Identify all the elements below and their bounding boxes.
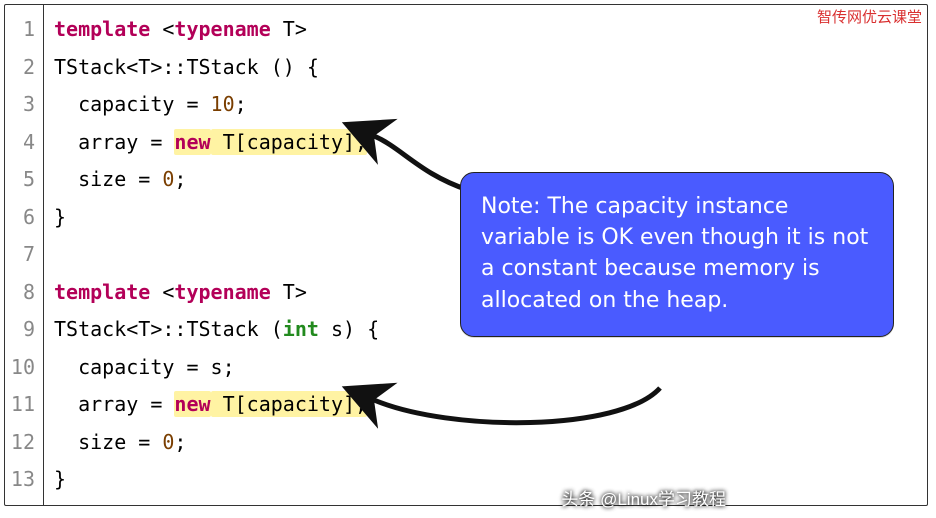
highlighted-token: T[capacity]; <box>211 391 368 417</box>
code-token: capacity = <box>54 92 211 116</box>
code-line: TStack<T>::TStack () { <box>54 49 919 87</box>
line-number: 4 <box>9 124 35 162</box>
code-token: 0 <box>162 430 174 454</box>
code-line: array = new T[capacity]; <box>54 386 919 424</box>
line-number: 2 <box>9 49 35 87</box>
code-token: size = <box>54 430 162 454</box>
line-number: 8 <box>9 274 35 312</box>
line-number: 12 <box>9 424 35 462</box>
watermark-bottom: 头条 @Linux学习教程 <box>561 485 726 510</box>
line-number: 11 <box>9 386 35 424</box>
code-token: capacity = s; <box>54 355 235 379</box>
code-token: } <box>54 205 66 229</box>
line-number: 13 <box>9 461 35 499</box>
code-token: T> <box>271 280 307 304</box>
code-token: typename <box>174 280 270 304</box>
code-token: size = <box>54 167 162 191</box>
line-number: 5 <box>9 161 35 199</box>
line-number: 10 <box>9 349 35 387</box>
line-number: 3 <box>9 86 35 124</box>
code-token: } <box>54 467 66 491</box>
code-line: size = 0; <box>54 424 919 462</box>
watermark-top-right: 智传网优云课堂 <box>817 6 922 27</box>
code-line: template <typename T> <box>54 11 919 49</box>
line-number: 9 <box>9 311 35 349</box>
callout-note: Note: The capacity instance variable is … <box>460 172 894 337</box>
code-token: < <box>150 280 174 304</box>
code-line: } <box>54 461 919 499</box>
code-token: typename <box>174 17 270 41</box>
code-token: ; <box>235 92 247 116</box>
code-line: capacity = s; <box>54 349 919 387</box>
code-line: array = new T[capacity]; <box>54 124 919 162</box>
line-number: 1 <box>9 11 35 49</box>
code-token: template <box>54 17 150 41</box>
code-token: s) { <box>319 317 379 341</box>
highlighted-token: T[capacity]; <box>211 129 368 155</box>
line-number-gutter: 12345678910111213 <box>5 5 43 505</box>
callout-text: Note: The capacity instance variable is … <box>481 194 868 313</box>
highlighted-token: new <box>174 129 210 155</box>
code-token: TStack<T>::TStack () { <box>54 55 319 79</box>
code-line: capacity = 10; <box>54 86 919 124</box>
code-token: TStack<T>::TStack ( <box>54 317 283 341</box>
code-token: template <box>54 280 150 304</box>
code-token: T> <box>271 17 307 41</box>
code-token: ; <box>174 430 186 454</box>
code-token: < <box>150 17 174 41</box>
code-token: array = <box>54 392 174 416</box>
highlighted-token: new <box>174 391 210 417</box>
code-token: int <box>283 317 319 341</box>
code-token: ; <box>174 167 186 191</box>
code-token: 10 <box>211 92 235 116</box>
code-token: array = <box>54 130 174 154</box>
line-number: 6 <box>9 199 35 237</box>
line-number: 7 <box>9 236 35 274</box>
code-token: 0 <box>162 167 174 191</box>
